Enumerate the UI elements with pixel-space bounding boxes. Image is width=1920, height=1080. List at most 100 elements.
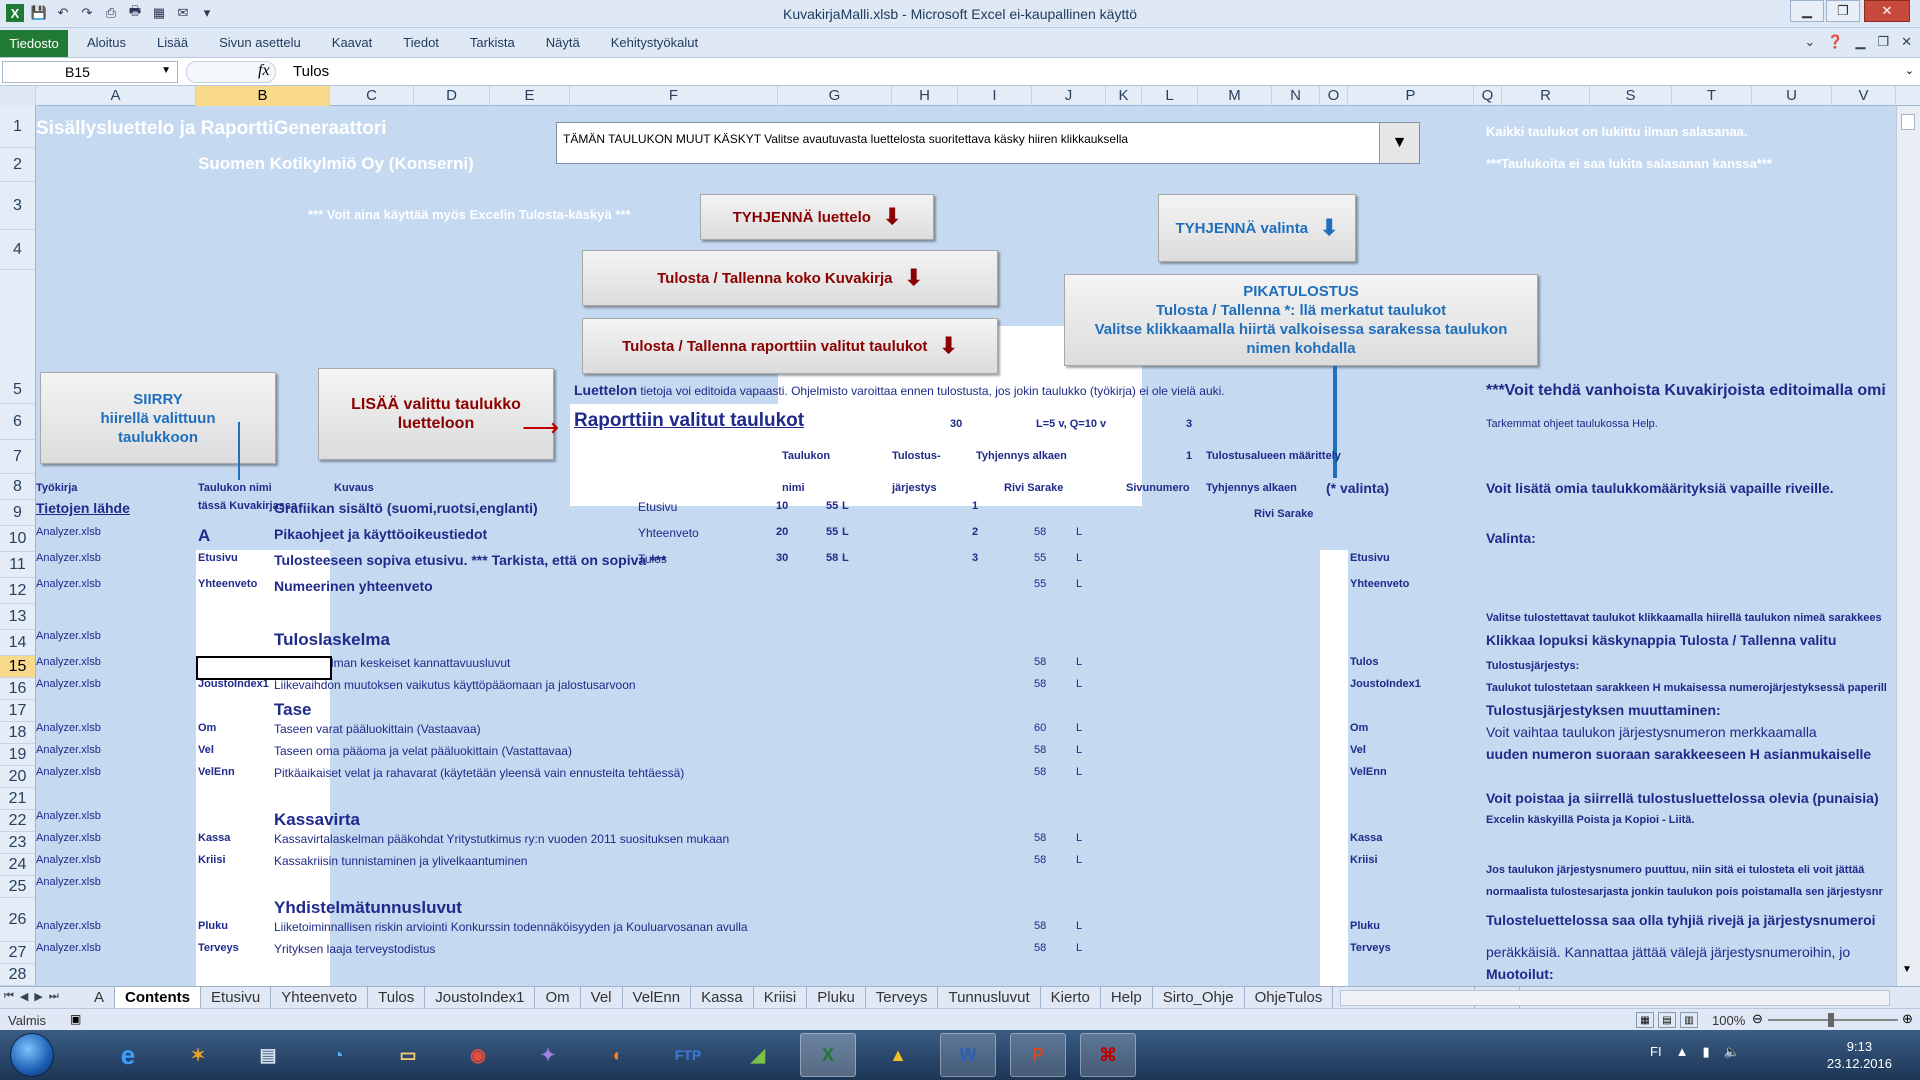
- row-header[interactable]: 25: [0, 876, 36, 898]
- fx-icon[interactable]: fx: [258, 62, 270, 80]
- column-header-v[interactable]: V: [1832, 86, 1896, 106]
- acrobat-taskbar-icon[interactable]: ⌘: [1080, 1033, 1136, 1077]
- column-header-m[interactable]: M: [1198, 86, 1272, 106]
- sheet-tab[interactable]: Terveys: [866, 987, 939, 1009]
- sheet-name-cell[interactable]: Om: [198, 722, 216, 734]
- sheet-tab[interactable]: Help: [1101, 987, 1153, 1009]
- chevron-down-icon[interactable]: ▼: [161, 65, 171, 76]
- column-header-s[interactable]: S: [1590, 86, 1672, 106]
- name-box[interactable]: B15 ▼: [2, 61, 178, 83]
- sheet-tab[interactable]: Etusivu: [201, 987, 272, 1009]
- last-sheet-icon[interactable]: ⏭: [49, 990, 59, 1003]
- column-header-a[interactable]: A: [36, 86, 196, 106]
- sheet-name-cell[interactable]: Kassa: [198, 832, 230, 844]
- row-header[interactable]: 24: [0, 854, 36, 876]
- clock[interactable]: 9:13 23.12.2016: [1827, 1038, 1892, 1072]
- show-hidden-icon[interactable]: ▲: [1676, 1044, 1689, 1060]
- sheet-tab[interactable]: OhjeTulos: [1245, 987, 1334, 1009]
- internet-explorer-icon[interactable]: e: [100, 1033, 156, 1077]
- language-indicator[interactable]: FI: [1650, 1044, 1662, 1060]
- powerpoint-taskbar-icon[interactable]: P: [1010, 1033, 1066, 1077]
- skype-icon[interactable]: ◔: [310, 1033, 366, 1077]
- column-header-b[interactable]: B: [196, 86, 330, 106]
- column-header-f[interactable]: F: [570, 86, 778, 106]
- chevron-down-icon[interactable]: ▼: [1379, 123, 1419, 163]
- print-all-button[interactable]: Tulosta / Tallenna koko Kuvakirja ⬇: [582, 250, 998, 306]
- sheet-name-cell[interactable]: Terveys: [198, 942, 239, 954]
- sheet-tab[interactable]: VelEnn: [623, 987, 692, 1009]
- column-header-h[interactable]: H: [892, 86, 958, 106]
- word-taskbar-icon[interactable]: W: [940, 1033, 996, 1077]
- tab-nayta[interactable]: Näytä: [531, 35, 596, 50]
- row-header[interactable]: 8: [0, 474, 36, 500]
- row-header[interactable]: 4: [0, 230, 36, 270]
- column-header-q[interactable]: Q: [1474, 86, 1502, 106]
- sheet-tab[interactable]: Yhteenveto: [271, 987, 369, 1009]
- goto-sheet-button[interactable]: SIIRRY hiirellä valittuun taulukkoon: [40, 372, 276, 464]
- close-button[interactable]: ✕: [1864, 0, 1910, 22]
- sheet-tab[interactable]: Kierto: [1041, 987, 1101, 1009]
- row-header[interactable]: 27: [0, 942, 36, 964]
- column-header-i[interactable]: I: [958, 86, 1032, 106]
- row-header[interactable]: 18: [0, 722, 36, 744]
- vertical-scrollbar[interactable]: ▼: [1896, 106, 1920, 986]
- commands-dropdown[interactable]: TÄMÄN TAULUKON MUUT KÄSKYT Valitse avaut…: [556, 122, 1420, 164]
- formula-input[interactable]: Tulos: [293, 63, 329, 80]
- column-header-l[interactable]: L: [1142, 86, 1198, 106]
- sheet-name-cell[interactable]: Kriisi: [198, 854, 226, 866]
- prev-sheet-icon[interactable]: ◀: [20, 990, 28, 1003]
- row-header[interactable]: 6: [0, 404, 36, 440]
- zoom-slider[interactable]: [1768, 1013, 1898, 1027]
- chrome-icon[interactable]: ◉: [450, 1033, 506, 1077]
- help-icon[interactable]: ❓: [1827, 34, 1843, 50]
- horizontal-scrollbar[interactable]: [1340, 990, 1890, 1006]
- column-header-o[interactable]: O: [1320, 86, 1348, 106]
- row-header[interactable]: 16: [0, 678, 36, 700]
- sheet-tab[interactable]: Tunnusluvut: [938, 987, 1041, 1009]
- tab-tarkista[interactable]: Tarkista: [455, 35, 531, 50]
- scroll-thumb[interactable]: [1901, 114, 1915, 130]
- tab-kaavat[interactable]: Kaavat: [317, 35, 388, 50]
- scroll-down-icon[interactable]: ▼: [1902, 964, 1912, 975]
- next-sheet-icon[interactable]: ▶: [34, 990, 42, 1003]
- firefox-icon[interactable]: ◐: [590, 1033, 646, 1077]
- row-header[interactable]: 9: [0, 500, 36, 526]
- expand-formula-icon[interactable]: ⌄: [1905, 64, 1914, 77]
- row-header[interactable]: 28: [0, 964, 36, 986]
- volume-icon[interactable]: 🔈: [1724, 1044, 1740, 1060]
- document-app-icon[interactable]: ▤: [240, 1033, 296, 1077]
- column-header-e[interactable]: E: [490, 86, 570, 106]
- tab-lisaa[interactable]: Lisää: [142, 35, 204, 50]
- row-header[interactable]: 21: [0, 788, 36, 810]
- excel-taskbar-icon[interactable]: X: [800, 1033, 856, 1077]
- sheet-name-cell[interactable]: Pluku: [198, 920, 228, 932]
- app-icon[interactable]: ✶: [170, 1033, 226, 1077]
- zoom-slider-handle[interactable]: [1828, 1013, 1834, 1027]
- row-header[interactable]: 13: [0, 604, 36, 630]
- clear-selection-button[interactable]: TYHJENNÄ valinta ⬇: [1158, 194, 1356, 262]
- app-icon[interactable]: ◢: [730, 1033, 786, 1077]
- row-header[interactable]: 11: [0, 552, 36, 578]
- sheet-name-cell[interactable]: Vel: [198, 744, 214, 756]
- row-header[interactable]: 20: [0, 766, 36, 788]
- row-header[interactable]: 5: [0, 270, 36, 404]
- tab-aloitus[interactable]: Aloitus: [72, 35, 142, 50]
- sheet-tab[interactable]: JoustoIndex1: [425, 987, 536, 1009]
- column-header-j[interactable]: J: [1032, 86, 1106, 106]
- row-header[interactable]: 7: [0, 440, 36, 474]
- print-selected-button[interactable]: Tulosta / Tallenna raporttiin valitut ta…: [582, 318, 998, 374]
- column-header-p[interactable]: P: [1348, 86, 1474, 106]
- page-layout-icon[interactable]: ▤: [1658, 1012, 1676, 1028]
- row-header[interactable]: 19: [0, 744, 36, 766]
- worksheet-grid[interactable]: Sisällysluettelo ja RaporttiGeneraattori…: [36, 106, 1896, 986]
- doc-minimize-icon[interactable]: ▁: [1855, 34, 1865, 50]
- tab-tiedot[interactable]: Tiedot: [388, 35, 455, 50]
- page-break-icon[interactable]: ▥: [1680, 1012, 1698, 1028]
- select-all-corner[interactable]: [0, 86, 36, 106]
- network-icon[interactable]: ▮: [1702, 1044, 1709, 1060]
- row-header[interactable]: 1: [0, 106, 36, 148]
- clear-list-button[interactable]: TYHJENNÄ luettelo ⬇: [700, 194, 934, 240]
- row-header[interactable]: 3: [0, 182, 36, 230]
- row-header[interactable]: 23: [0, 832, 36, 854]
- row-header-selected[interactable]: 15: [0, 656, 36, 678]
